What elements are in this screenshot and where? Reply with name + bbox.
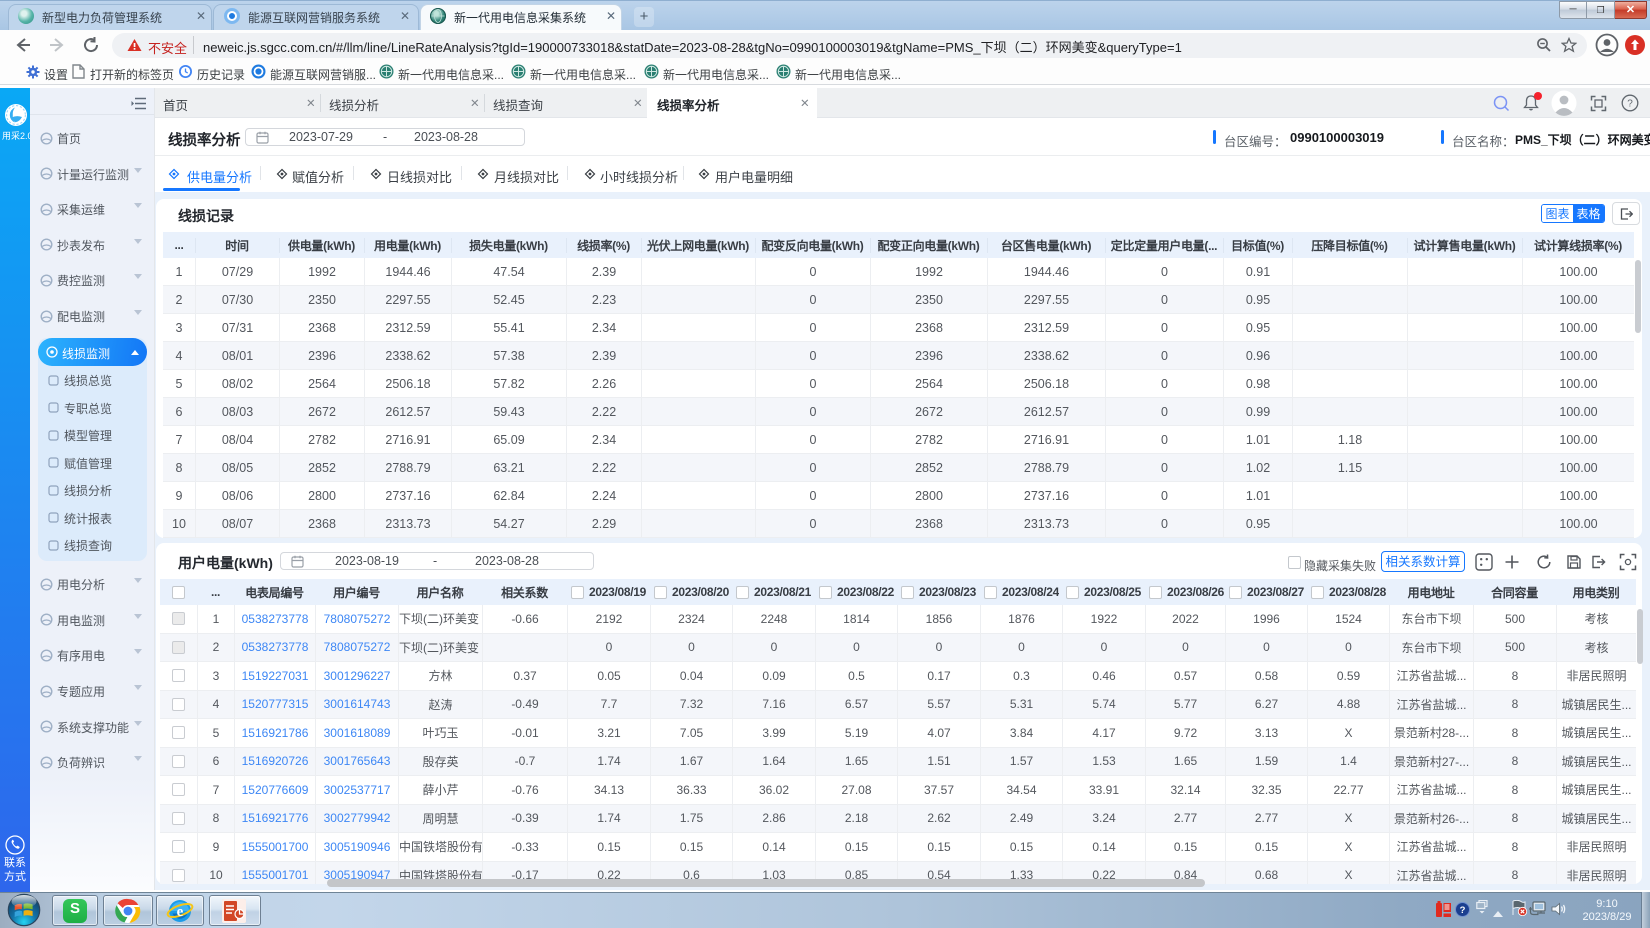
svg-text:e: e <box>177 904 184 920</box>
svg-text:?: ? <box>1627 99 1633 110</box>
svg-text:?: ? <box>1460 905 1466 916</box>
